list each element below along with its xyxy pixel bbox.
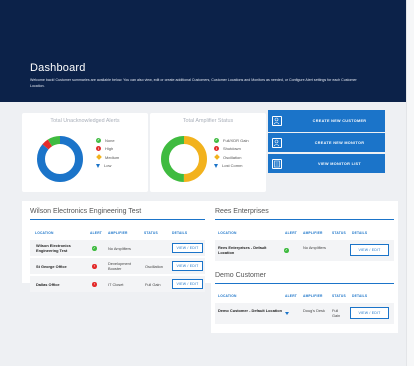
column-amplifier: AMPLIFIER bbox=[108, 231, 128, 235]
view-edit-button[interactable]: VIEW / EDIT bbox=[350, 307, 389, 319]
customer-panel-wilson: Wilson Electronics Engineering Test LOCA… bbox=[22, 201, 211, 292]
amplifier-cell: No Amplifiers bbox=[108, 246, 131, 251]
down-triangle-icon bbox=[214, 163, 218, 168]
alerts-card-title: Total Unacknowledged Alerts bbox=[50, 118, 120, 124]
location-cell: Rees Enterprises - Default Location bbox=[218, 245, 267, 255]
add-user-icon bbox=[272, 116, 282, 126]
amplifier-cell: No Amplifiers bbox=[303, 245, 326, 250]
view-monitor-list-button[interactable]: VIEW MONITOR LIST bbox=[268, 154, 385, 173]
exclamation-circle-icon: ! bbox=[92, 264, 97, 269]
legend-lost-comm: Lost Comm bbox=[214, 162, 249, 171]
check-circle-icon: ✓ bbox=[214, 137, 219, 143]
page-title: Dashboard bbox=[30, 62, 86, 74]
table-row: Demo Customer - Default Location Doug's … bbox=[215, 303, 394, 324]
legend-shutdown: ! Shutdown bbox=[214, 146, 241, 152]
dashboard-header: Dashboard Welcome back! Customer summari… bbox=[0, 0, 406, 102]
title-divider bbox=[30, 219, 205, 220]
view-edit-button[interactable]: VIEW / EDIT bbox=[172, 243, 203, 253]
location-cell: St George Office bbox=[36, 264, 67, 269]
amplifier-card-title: Total Amplifier Status bbox=[182, 118, 234, 124]
amplifier-legend: ✓ Full/XDR Gain ! Shutdown Oscillation Los… bbox=[213, 136, 249, 171]
down-triangle-icon bbox=[285, 312, 289, 315]
customer-name: Demo Customer bbox=[215, 272, 266, 279]
alerts-card: Total Unacknowledged Alerts ✓ None ! High … bbox=[22, 113, 148, 192]
view-edit-button[interactable]: VIEW / EDIT bbox=[172, 279, 203, 289]
legend-oscillation: Oscillation bbox=[213, 153, 249, 162]
view-monitor-list-label: VIEW MONITOR LIST bbox=[318, 161, 361, 166]
amplifier-cell: Doug's Desk bbox=[303, 308, 325, 313]
customer-name: Rees Enterprises bbox=[215, 208, 269, 215]
column-location: LOCATION bbox=[218, 231, 237, 235]
create-new-customer-label: CREATE NEW CUSTOMER bbox=[312, 119, 367, 123]
status-cell: Full Gain bbox=[332, 308, 341, 318]
amplifier-card: Total Amplifier Status ✓ Full/XDR Gain ! S… bbox=[150, 113, 266, 192]
table-row: Wilson Electronics Engineering Test ✓ No… bbox=[30, 240, 205, 256]
amplifier-cell: Development Booster bbox=[108, 261, 131, 271]
exclamation-circle-icon: ! bbox=[96, 146, 101, 152]
location-cell: Demo Customer - Default Location bbox=[218, 308, 282, 313]
column-alert: ALERT bbox=[90, 231, 102, 235]
legend-medium: Medium bbox=[95, 153, 119, 162]
create-new-monitor-label: CREATE NEW MONITOR bbox=[314, 140, 365, 145]
welcome-text: Welcome back! Customer summaries are ava… bbox=[30, 78, 357, 88]
column-alert: ALERT bbox=[285, 294, 297, 298]
title-divider bbox=[215, 283, 394, 284]
location-cell: Wilson Electronics Engineering Test bbox=[36, 243, 71, 253]
add-monitor-icon bbox=[272, 137, 282, 148]
table-row: Rees Enterprises - Default Location ✓ No… bbox=[215, 240, 394, 261]
column-location: LOCATION bbox=[218, 294, 237, 298]
diamond-icon bbox=[213, 154, 220, 161]
diamond-icon bbox=[95, 154, 102, 161]
down-triangle-icon bbox=[96, 163, 100, 168]
column-status: STATUS bbox=[332, 294, 346, 298]
column-details: DETAILS bbox=[172, 231, 188, 235]
list-icon bbox=[272, 158, 282, 169]
column-status: STATUS bbox=[144, 231, 158, 235]
column-details: DETAILS bbox=[352, 294, 368, 298]
exclamation-circle-icon: ! bbox=[214, 146, 219, 152]
table-row: Dallas Office ! IT Closet Full Gain VIEW… bbox=[30, 276, 205, 292]
customer-name: Wilson Electronics Engineering Test bbox=[30, 208, 142, 215]
alerts-legend: ✓ None ! High Medium Low bbox=[95, 136, 119, 171]
legend-low: Low bbox=[96, 162, 119, 171]
customer-panel-right: Rees Enterprises LOCATION ALERT AMPLIFIE… bbox=[211, 201, 398, 333]
alerts-donut-chart bbox=[37, 136, 83, 182]
table-row: St George Office ! Development Booster O… bbox=[30, 258, 205, 274]
scrollbar[interactable] bbox=[406, 0, 414, 366]
status-cell: Full Gain bbox=[145, 282, 161, 287]
check-circle-icon: ✓ bbox=[92, 246, 97, 251]
column-status: STATUS bbox=[332, 231, 346, 235]
column-amplifier: AMPLIFIER bbox=[303, 231, 323, 235]
legend-high: ! High bbox=[96, 146, 114, 152]
column-amplifier: AMPLIFIER bbox=[303, 294, 323, 298]
column-details: DETAILS bbox=[352, 231, 368, 235]
view-edit-button[interactable]: VIEW / EDIT bbox=[350, 244, 389, 256]
status-cell: Oscillation bbox=[145, 264, 163, 269]
create-new-monitor-button[interactable]: CREATE NEW MONITOR bbox=[268, 133, 385, 152]
column-alert: ALERT bbox=[285, 231, 297, 235]
amplifier-cell: IT Closet bbox=[108, 282, 124, 287]
column-location: LOCATION bbox=[35, 231, 54, 235]
legend-full-gain: ✓ Full/XDR Gain bbox=[214, 137, 249, 143]
exclamation-circle-icon: ! bbox=[92, 282, 97, 287]
location-cell: Dallas Office bbox=[36, 282, 60, 287]
title-divider bbox=[215, 219, 394, 220]
check-circle-icon: ✓ bbox=[96, 137, 101, 143]
create-new-customer-button[interactable]: CREATE NEW CUSTOMER bbox=[268, 110, 385, 132]
amplifier-donut-chart bbox=[161, 136, 207, 182]
legend-none: ✓ None bbox=[96, 137, 115, 143]
view-edit-button[interactable]: VIEW / EDIT bbox=[172, 261, 203, 271]
check-circle-icon: ✓ bbox=[284, 248, 289, 253]
